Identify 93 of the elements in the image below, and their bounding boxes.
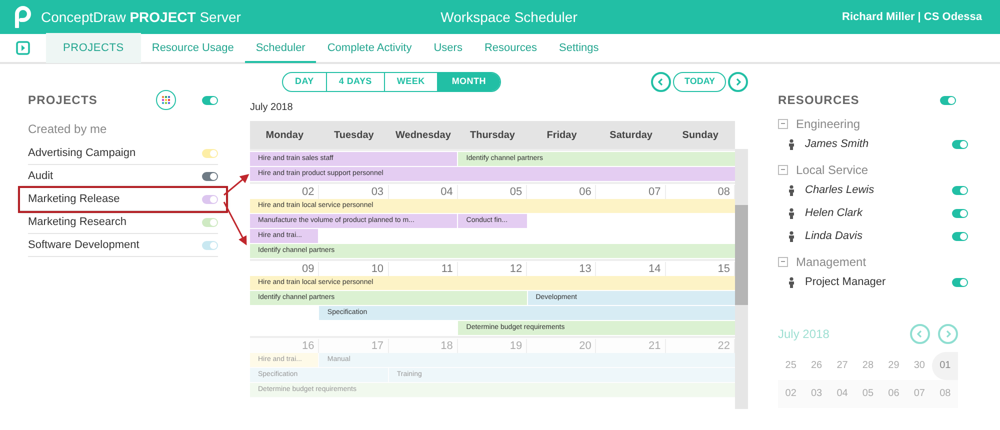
group-name: Engineering [796, 116, 860, 132]
project-row[interactable]: Advertising Campaign [28, 142, 218, 165]
mini-calendar-day[interactable]: 03 [804, 380, 830, 408]
mini-calendar-day[interactable]: 27 [829, 352, 856, 380]
toggle-switch[interactable] [202, 218, 218, 226]
weekday-header: Tuesday [333, 128, 375, 142]
collapse-button[interactable] [778, 164, 788, 174]
chevron-right-icon [734, 78, 742, 86]
person-icon [788, 277, 795, 288]
toggle-switch[interactable] [202, 148, 218, 158]
toggle-switch[interactable] [940, 96, 956, 104]
mini-calendar-day[interactable]: 28 [855, 352, 881, 380]
previous-month-button[interactable] [910, 324, 930, 344]
today-button[interactable]: TODAY [673, 72, 726, 92]
chevron-left-icon [916, 330, 924, 338]
project-row[interactable]: Software Development [28, 234, 218, 257]
panel-title: RESOURCES [778, 92, 860, 109]
resource-name[interactable]: Charles Lewis [805, 182, 874, 199]
logo-icon [14, 6, 32, 28]
project-name: Audit [28, 168, 54, 184]
toggle-switch[interactable] [952, 186, 968, 195]
resource-name[interactable]: James Smith [805, 136, 869, 153]
mini-calendar-day[interactable]: 02 [778, 380, 804, 408]
view-button[interactable]: MONTH [436, 73, 500, 91]
annotation-arrow [224, 174, 250, 196]
project-name: Advertising Campaign [28, 146, 136, 161]
panel-title: PROJECTS [28, 92, 98, 109]
group-name: Management [796, 254, 866, 270]
weekday-header: Thursday [468, 128, 516, 142]
play-icon[interactable] [16, 41, 30, 55]
weekday-header: Sunday [681, 128, 720, 142]
mini-calendar-day[interactable]: 25 [778, 352, 804, 380]
collapse-button[interactable] [778, 118, 788, 128]
mini-calendar-day[interactable]: 08 [932, 380, 958, 408]
toggle-switch[interactable] [202, 172, 218, 180]
collapse-button[interactable] [778, 256, 788, 266]
resource-name[interactable]: Project Manager [805, 274, 886, 291]
person-icon [788, 231, 795, 242]
mini-calendar-day[interactable]: 05 [855, 380, 881, 408]
weekday-header: Saturday [608, 128, 654, 142]
group-label: Created by me [28, 121, 108, 138]
grid-icon [162, 96, 170, 104]
nav-tab[interactable]: Complete Activity [316, 33, 423, 63]
mini-calendar-day[interactable]: 01 [932, 352, 958, 380]
project-name: Software Development [28, 238, 140, 253]
toggle-switch[interactable] [202, 96, 218, 104]
mini-calendar-day[interactable]: 26 [804, 352, 830, 380]
grid-button[interactable] [156, 90, 176, 110]
month-label: July 2018 [250, 101, 294, 115]
chevron-right-icon [944, 330, 952, 338]
project-row[interactable]: Marketing Research [28, 211, 218, 234]
toggle-switch[interactable] [952, 278, 968, 287]
group-name: Local Service [796, 162, 868, 178]
resource-name[interactable]: Linda Davis [805, 228, 862, 245]
scrollbar[interactable] [735, 149, 748, 409]
nav-tab[interactable]: Resources [473, 33, 548, 63]
nav-tab[interactable]: Settings [548, 33, 610, 63]
nav-tab[interactable]: Resource Usage [140, 33, 245, 63]
next-button[interactable] [728, 72, 748, 92]
user-name: Richard Miller | CS Odessa [842, 10, 982, 25]
app-brand: ConceptDraw PROJECT Server [41, 8, 241, 27]
nav-tab[interactable]: Users [422, 33, 474, 63]
view-button[interactable]: DAY [283, 73, 326, 91]
person-icon [788, 185, 795, 196]
chevron-left-icon [657, 78, 666, 86]
mini-calendar-month: July 2018 [778, 326, 830, 343]
mini-calendar-day[interactable]: 07 [906, 380, 932, 408]
mini-calendar-day[interactable]: 06 [880, 380, 907, 408]
annotation-arrow [223, 202, 247, 246]
toggle-switch[interactable] [202, 240, 218, 250]
weekday-header: Friday [546, 128, 578, 142]
project-name: Marketing Release [28, 192, 120, 207]
project-row[interactable]: Marketing Release [20, 188, 226, 211]
toggle-switch[interactable] [952, 232, 968, 241]
previous-button[interactable] [651, 72, 672, 92]
next-month-button[interactable] [938, 324, 958, 344]
toggle-switch[interactable] [952, 140, 968, 149]
weekday-header: Monday [264, 128, 305, 142]
projects-section-button[interactable]: PROJECTS [46, 33, 141, 63]
project-name: Marketing Research [28, 214, 126, 230]
resource-name[interactable]: Helen Clark [805, 205, 862, 222]
weekday-header: Wednesday [394, 128, 452, 142]
person-icon [788, 139, 795, 150]
mini-calendar-day[interactable]: 30 [906, 352, 932, 380]
mini-calendar-day[interactable]: 29 [880, 352, 907, 380]
page-title: Workspace Scheduler [440, 8, 578, 27]
project-row[interactable]: Audit [28, 165, 218, 188]
view-button[interactable]: 4 DAYS [326, 73, 384, 91]
toggle-switch[interactable] [202, 194, 218, 204]
nav-tab[interactable]: Scheduler [244, 33, 316, 63]
person-icon [788, 208, 795, 219]
toggle-switch[interactable] [952, 209, 968, 218]
mini-calendar-day[interactable]: 04 [829, 380, 856, 408]
